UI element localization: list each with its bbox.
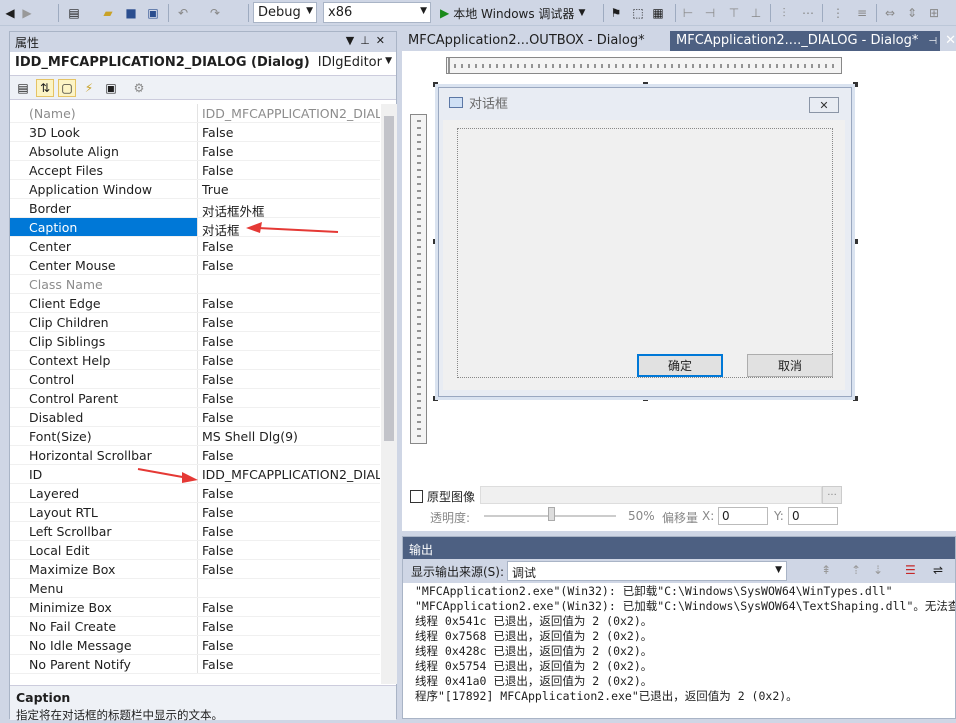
output-line: 线程 0x5754 已退出，返回值为 2 (0x2)。 [415,659,653,673]
cancel-button[interactable]: 取消 [747,354,833,377]
offset-y-value: 0 [792,509,800,523]
transparency-slider-thumb[interactable] [548,507,555,521]
dialog-client-area[interactable]: 确定 取消 [443,120,845,390]
dialog-window-icon [449,96,463,108]
offset-x-value: 0 [722,509,730,523]
horizontal-ruler[interactable] [446,57,842,74]
arrow-caption-head [246,222,262,233]
dialog-caption: 对话框 [469,96,509,112]
prototype-checkbox[interactable] [410,490,423,503]
tab-aboutbox-dialog[interactable]: MFCApplication2...OUTBOX - Dialog* [402,31,667,51]
dialog-margin-guide [457,128,833,378]
ok-button[interactable]: 确定 [637,354,723,377]
dialog-titlebar: 对话框 [439,88,851,116]
browse-button[interactable]: ... [822,486,842,504]
prototype-path-field[interactable] [480,486,822,504]
close-icon[interactable]: ✕ [945,33,956,48]
arrow-caption [257,227,339,233]
word-wrap-icon[interactable]: ⇌ [933,563,943,577]
transparency-value: 50% [628,509,655,523]
arrow-id-head [182,472,198,483]
pin-icon[interactable]: ⊣ [928,36,937,47]
offset-x-input[interactable]: 0 [718,507,768,525]
output-line: 线程 0x7568 已退出，返回值为 2 (0x2)。 [415,629,653,643]
output-panel: 输出 显示输出来源(S): 调试 ▼ ⇞ ⇡ ⇣ ☰ ⇌ "MFCApplicat… [402,536,956,719]
chevron-down-icon: ▼ [775,565,782,575]
tab-main-dialog[interactable]: MFCApplication2...._DIALOG - Dialog* ⊣ ✕ [670,31,956,51]
output-line: 线程 0x541c 已退出，返回值为 2 (0x2)。 [415,614,653,628]
offset-y-label: Y: [774,509,784,523]
find-message-icon[interactable]: ⇞ [821,563,831,577]
offset-y-input[interactable]: 0 [788,507,838,525]
close-icon: ✕ [819,98,829,112]
prev-message-icon[interactable]: ⇡ [851,563,861,577]
prototype-image-bar: 原型图像 ... 透明度: 50% 偏移量 X: 0 Y: 0 [402,481,956,531]
vertical-ruler[interactable] [410,114,427,444]
ok-label: 确定 [667,359,692,373]
output-toolbar: 显示输出来源(S): 调试 ▼ ⇞ ⇡ ⇣ ☰ ⇌ [403,559,955,583]
arrow-id [137,468,189,479]
cancel-label: 取消 [777,359,802,373]
output-text[interactable]: "MFCApplication2.exe"(Win32): 已卸载"C:\Win… [403,583,955,705]
next-message-icon[interactable]: ⇣ [873,563,883,577]
output-line: "MFCApplication2.exe"(Win32): 已卸载"C:\Win… [415,584,893,598]
dialog-close-button[interactable]: ✕ [809,97,839,113]
tab-label: MFCApplication2...OUTBOX - Dialog* [408,33,645,48]
tab-label: MFCApplication2...._DIALOG - Dialog* [676,33,919,48]
output-title: 输出 [403,537,955,559]
output-source-value: 调试 [512,566,537,580]
output-line: 线程 0x428c 已退出，返回值为 2 (0x2)。 [415,644,653,658]
document-tabs: MFCApplication2...OUTBOX - Dialog* MFCAp… [402,31,956,51]
output-line: "MFCApplication2.exe"(Win32): 已加载"C:\Win… [415,599,955,613]
offset-x-label: X: [702,509,715,523]
output-source-combo[interactable]: 调试 ▼ [507,561,787,581]
ruler-ticks [417,120,421,437]
ruler-ticks [448,58,834,73]
transparency-label: 透明度: [430,511,471,525]
clear-all-icon[interactable]: ☰ [905,563,916,577]
output-line: 线程 0x41a0 已退出，返回值为 2 (0x2)。 [415,674,653,688]
dialog-preview[interactable]: 对话框 ✕ 确定 取消 [438,87,852,397]
dialog-designer: 对话框 ✕ 确定 取消 [402,51,956,481]
prototype-label: 原型图像 [427,490,476,504]
offset-label: 偏移量 [662,511,699,525]
output-line: 程序"[17892] MFCApplication2.exe"已退出，返回值为 … [415,689,798,703]
output-source-label: 显示输出来源(S): [411,564,505,579]
